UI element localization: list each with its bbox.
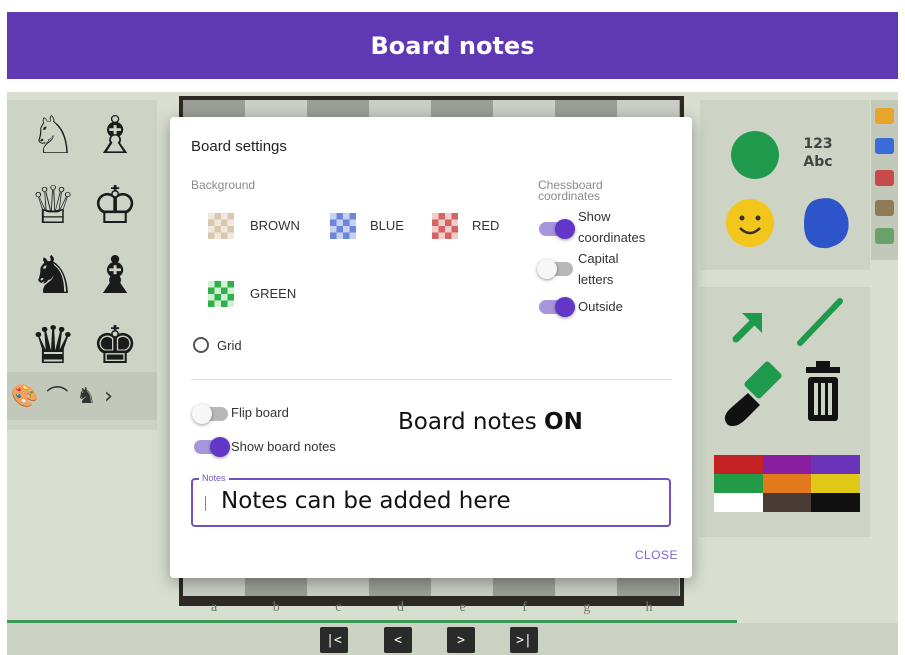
toggle-knob bbox=[537, 259, 557, 279]
green-swatch-icon[interactable] bbox=[208, 281, 234, 307]
circle-tool-icon[interactable] bbox=[731, 131, 779, 179]
knight-icon[interactable]: ♞ bbox=[76, 384, 96, 409]
palette-icon[interactable]: 🎨 bbox=[11, 384, 38, 409]
text-tool-line2[interactable]: Abc bbox=[803, 154, 832, 170]
background-label: Background bbox=[191, 178, 256, 192]
animals-sticker-icon[interactable] bbox=[875, 200, 894, 216]
board-notes-status-prefix: Board notes bbox=[398, 409, 545, 435]
sticker-strip bbox=[871, 100, 898, 260]
text-caret bbox=[205, 496, 206, 511]
notes-field[interactable]: Notes bbox=[191, 473, 671, 527]
arrow-tool-icon[interactable] bbox=[732, 313, 762, 343]
show-coordinates-label-line2: coordinates bbox=[578, 230, 646, 245]
color-swatch-violet[interactable] bbox=[811, 455, 860, 474]
show-coordinates-label-line1: Show bbox=[578, 209, 611, 224]
file-label: e bbox=[459, 600, 466, 615]
background-option-blue[interactable]: BLUE bbox=[370, 218, 404, 233]
file-label: g bbox=[583, 600, 591, 615]
black-bishop-piece[interactable]: ♝ bbox=[85, 246, 145, 306]
background-option-brown[interactable]: BROWN bbox=[250, 218, 300, 233]
grid-radio[interactable] bbox=[193, 337, 209, 353]
toggle-knob bbox=[555, 297, 575, 317]
file-label: a bbox=[210, 600, 218, 615]
color-swatch-black[interactable] bbox=[811, 493, 860, 512]
black-king-piece[interactable]: ♚ bbox=[85, 316, 145, 376]
white-knight-piece[interactable]: ♘ bbox=[23, 106, 83, 166]
board-notes-status-value: ON bbox=[544, 409, 583, 435]
outside-label: Outside bbox=[578, 299, 623, 314]
notes-input[interactable] bbox=[221, 488, 661, 514]
color-swatch-orange[interactable] bbox=[762, 474, 812, 493]
dialog-title: Board settings bbox=[191, 138, 287, 155]
notes-legend: Notes bbox=[199, 473, 229, 483]
numbers-sticker-icon[interactable] bbox=[875, 138, 894, 154]
divider bbox=[191, 379, 672, 380]
board-file-labels: a b c d e f g h bbox=[183, 600, 680, 616]
show-board-notes-label: Show board notes bbox=[231, 439, 336, 454]
grid-label: Grid bbox=[217, 338, 242, 353]
misc-sticker-icon[interactable] bbox=[875, 228, 894, 244]
text-tool-line1[interactable]: 123 bbox=[803, 136, 832, 152]
show-coordinates-toggle[interactable] bbox=[539, 219, 575, 239]
red-swatch-icon[interactable] bbox=[432, 213, 458, 239]
first-move-button[interactable]: |< bbox=[320, 627, 348, 653]
previous-move-button[interactable]: < bbox=[384, 627, 412, 653]
blob-tool-icon[interactable] bbox=[804, 198, 849, 249]
color-swatch-purple[interactable] bbox=[762, 455, 812, 474]
black-knight-piece[interactable]: ♞ bbox=[23, 246, 83, 306]
brush-icon[interactable] bbox=[724, 360, 783, 427]
trash-icon[interactable] bbox=[806, 361, 840, 421]
last-move-button[interactable]: >| bbox=[510, 627, 538, 653]
file-label: d bbox=[396, 600, 404, 615]
color-swatch-red[interactable] bbox=[714, 455, 763, 474]
file-label: c bbox=[335, 600, 342, 615]
color-swatch-white[interactable] bbox=[714, 493, 763, 512]
coordinates-heading-line2: coordinates bbox=[538, 189, 601, 203]
color-swatch-yellow[interactable] bbox=[811, 474, 860, 493]
outside-toggle[interactable] bbox=[539, 297, 575, 317]
brown-swatch-icon[interactable] bbox=[208, 213, 234, 239]
black-queen-piece[interactable]: ♛ bbox=[23, 316, 83, 376]
white-king-piece[interactable]: ♔ bbox=[85, 176, 145, 236]
file-label: f bbox=[522, 600, 528, 615]
line-tool-icon[interactable] bbox=[797, 298, 843, 346]
white-queen-piece[interactable]: ♕ bbox=[23, 176, 83, 236]
white-bishop-piece[interactable]: ♗ bbox=[85, 106, 145, 166]
chevron-right-icon[interactable]: › bbox=[104, 384, 113, 409]
color-swatch-green[interactable] bbox=[714, 474, 763, 493]
blue-swatch-icon[interactable] bbox=[330, 213, 356, 239]
shape-tools: 123 Abc bbox=[700, 100, 870, 270]
file-label: h bbox=[645, 600, 653, 615]
banner: Board notes bbox=[7, 12, 898, 79]
capital-letters-toggle[interactable] bbox=[537, 259, 573, 279]
close-button[interactable]: CLOSE bbox=[635, 548, 678, 562]
toggle-knob bbox=[192, 404, 212, 424]
banner-title: Board notes bbox=[370, 31, 535, 60]
emoji-sticker-icon[interactable] bbox=[875, 108, 894, 124]
show-board-notes-toggle[interactable] bbox=[194, 437, 230, 457]
next-move-button[interactable]: > bbox=[447, 627, 475, 653]
smiley-icon[interactable] bbox=[726, 199, 774, 247]
palette-strip: 🎨 ⌒ ♞ › bbox=[7, 372, 157, 420]
board-notes-status: Board notes ON bbox=[398, 409, 583, 435]
file-label: b bbox=[272, 600, 280, 615]
background-option-green[interactable]: GREEN bbox=[250, 286, 296, 301]
toggle-knob bbox=[555, 219, 575, 239]
flip-board-label: Flip board bbox=[231, 405, 289, 420]
color-swatch-brown[interactable] bbox=[762, 493, 812, 512]
toggle-knob bbox=[210, 437, 230, 457]
background-option-red[interactable]: RED bbox=[472, 218, 499, 233]
flip-board-toggle[interactable] bbox=[192, 404, 228, 424]
capital-letters-label-line1: Capital bbox=[578, 251, 619, 266]
move-navigation: |< < > >| bbox=[7, 623, 898, 655]
board-settings-dialog: Board settings Background BROWN BLUE RED… bbox=[170, 117, 692, 578]
color-palette bbox=[714, 455, 860, 512]
capital-letters-label-line2: letters bbox=[578, 272, 614, 287]
shapes-sticker-icon[interactable] bbox=[875, 170, 894, 186]
hat-icon[interactable]: ⌒ bbox=[46, 380, 68, 412]
